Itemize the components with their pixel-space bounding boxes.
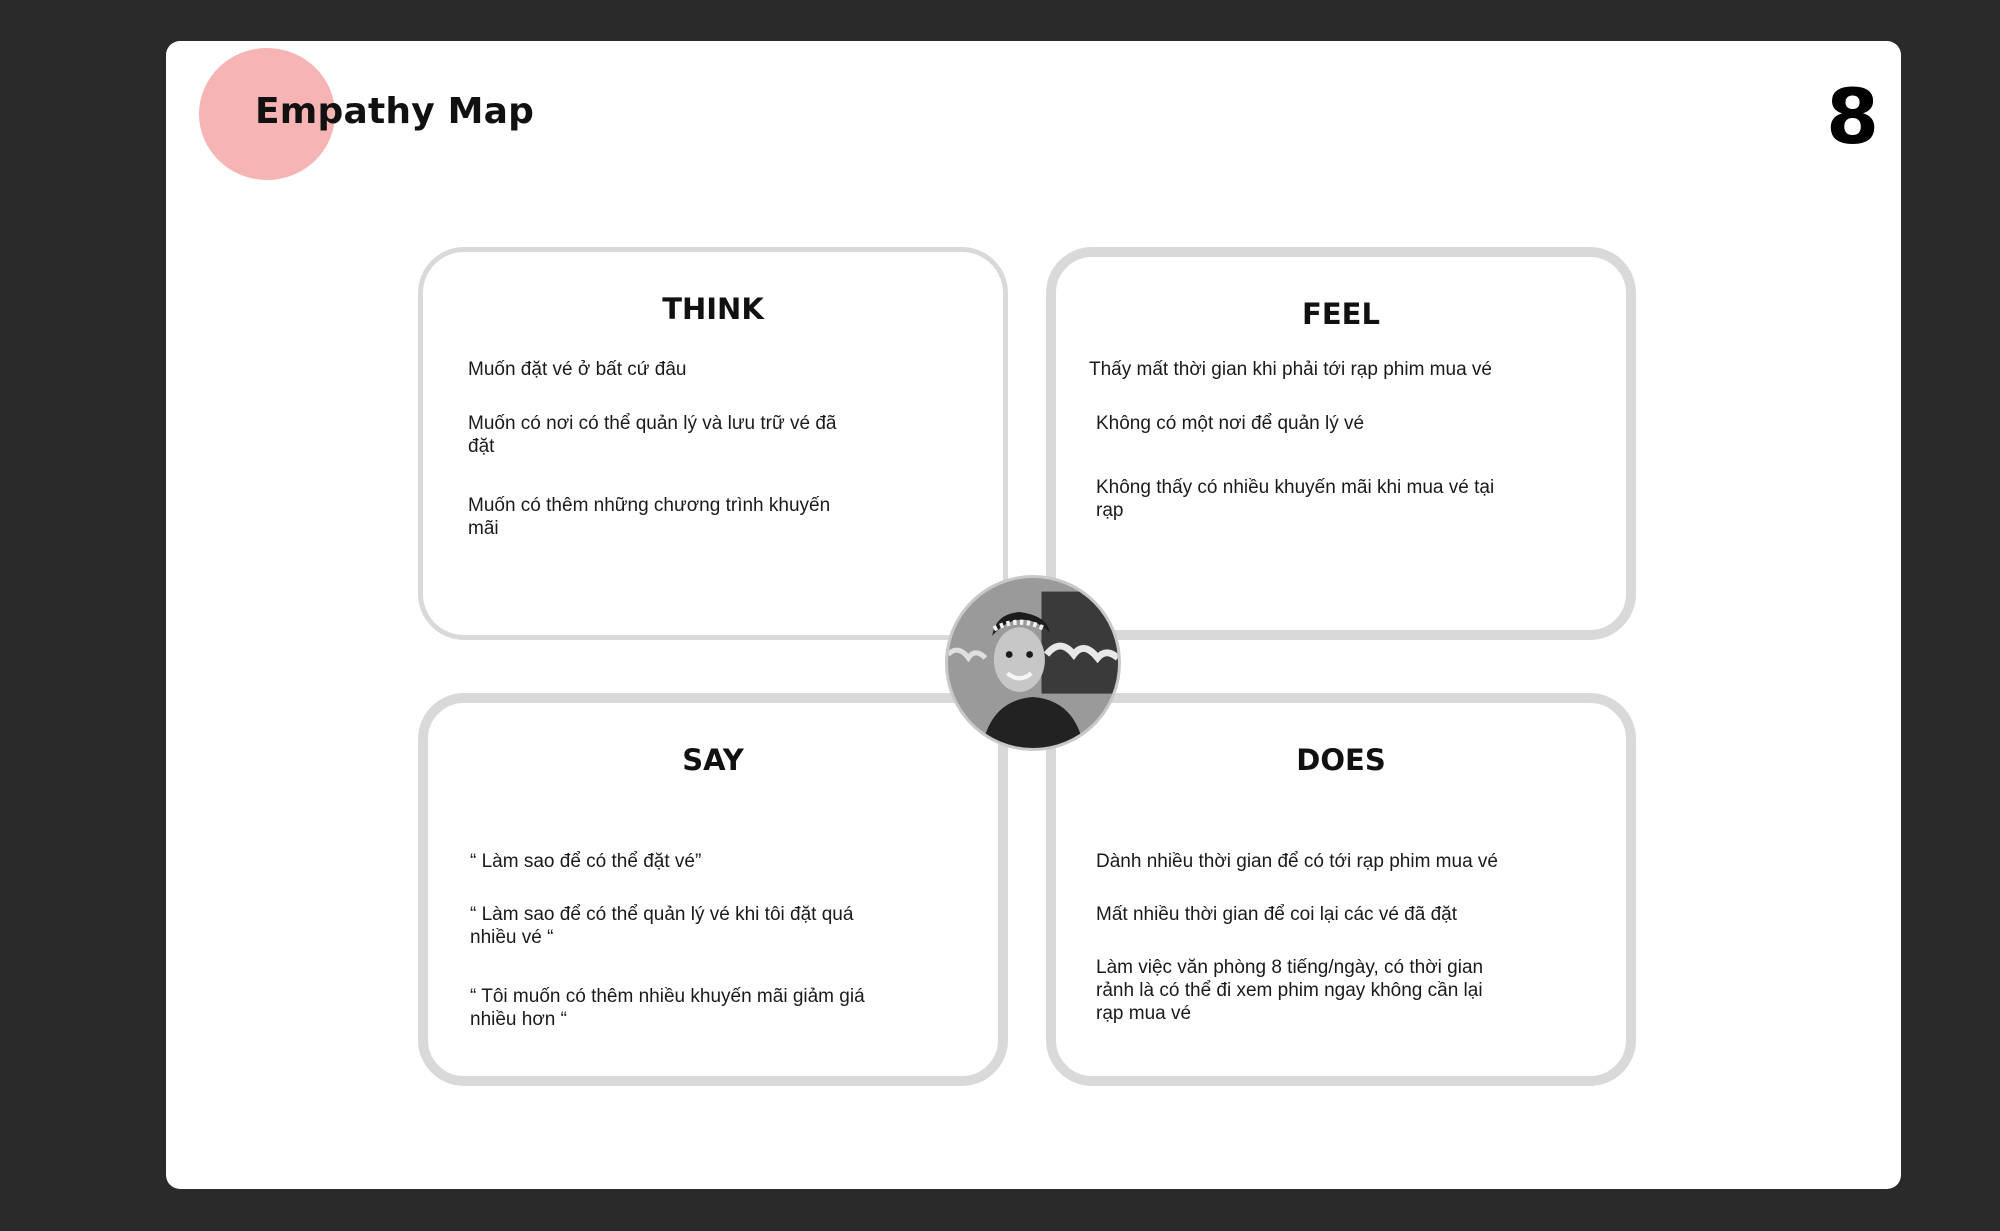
think-quadrant: THINK Muốn đặt vé ở bất cứ đâu Muốn có n… [418, 247, 1008, 640]
person-photo-icon [948, 578, 1118, 748]
does-item-1: Dành nhiều thời gian để có tới rạp phim … [1096, 851, 1498, 872]
persona-avatar [945, 575, 1121, 751]
say-quadrant: SAY “ Làm sao để có thể đặt vé” “ Làm sa… [418, 693, 1008, 1086]
think-item-2: Muốn có nơi có thể quản lý và lưu trữ vé… [468, 413, 837, 457]
feel-item-1: Thấy mất thời gian khi phải tới rạp phim… [1089, 359, 1492, 380]
feel-heading: FEEL [1302, 297, 1380, 331]
say-item-1: “ Làm sao để có thể đặt vé” [470, 851, 702, 872]
page-title: Empathy Map [255, 91, 535, 132]
does-quadrant: DOES Dành nhiều thời gian để có tới rạp … [1046, 693, 1636, 1086]
does-heading: DOES [1296, 743, 1386, 777]
slide: Empathy Map 8 THINK Muốn đặt vé ở bất cứ… [166, 41, 1901, 1189]
think-heading: THINK [662, 292, 764, 326]
say-item-3: “ Tôi muốn có thêm nhiều khuyến mãi giảm… [470, 986, 865, 1030]
think-item-1: Muốn đặt vé ở bất cứ đâu [468, 359, 687, 380]
say-item-2: “ Làm sao để có thể quản lý vé khi tôi đ… [470, 904, 854, 948]
feel-item-2: Không có một nơi để quản lý vé [1096, 413, 1365, 434]
does-item-2: Mất nhiều thời gian để coi lại các vé đã… [1096, 904, 1458, 925]
feel-item-3: Không thấy có nhiều khuyến mãi khi mua v… [1096, 477, 1495, 521]
page-number: 8 [1826, 72, 1879, 161]
think-item-3: Muốn có thêm những chương trình khuyến m… [468, 495, 831, 539]
say-heading: SAY [682, 743, 744, 777]
does-item-3: Làm việc văn phòng 8 tiếng/ngày, có thời… [1096, 957, 1484, 1024]
feel-quadrant: FEEL Thấy mất thời gian khi phải tới rạp… [1046, 247, 1636, 640]
